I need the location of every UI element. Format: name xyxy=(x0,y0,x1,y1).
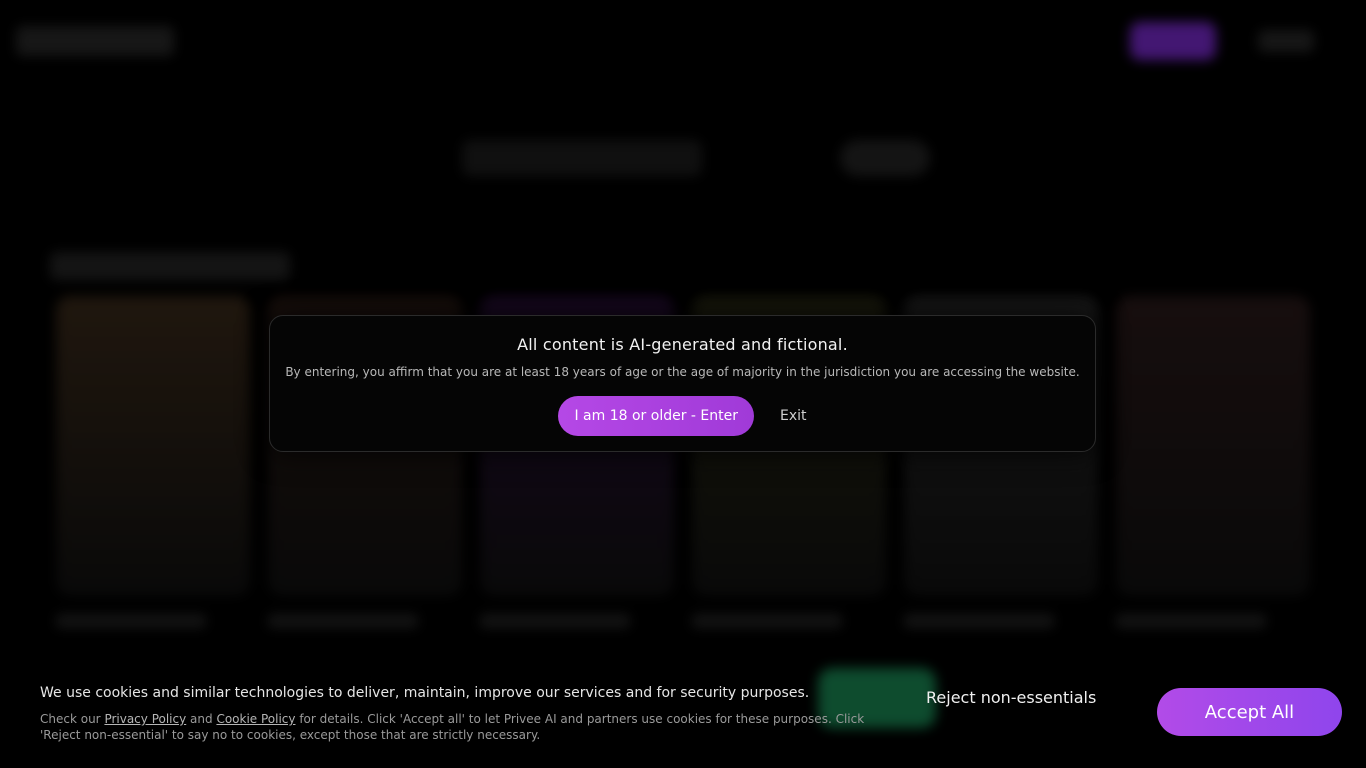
background-card-caption xyxy=(692,614,842,628)
background-logo xyxy=(16,26,174,56)
background-card-caption xyxy=(480,614,630,628)
background-card-caption xyxy=(1116,614,1266,628)
background-card-caption xyxy=(56,614,206,628)
background-card-caption xyxy=(904,614,1054,628)
background-hero-icon xyxy=(840,140,930,176)
accept-all-button[interactable]: Accept All xyxy=(1157,688,1342,736)
cookie-banner: We use cookies and similar technologies … xyxy=(0,668,1366,768)
age-gate-exit-button[interactable]: Exit xyxy=(780,408,807,424)
cookie-detail-prefix: Check our xyxy=(40,712,105,726)
background-card xyxy=(1116,296,1310,628)
background-login-button xyxy=(1258,30,1314,52)
background-card-caption xyxy=(268,614,418,628)
background-hero-title xyxy=(462,140,702,176)
age-gate-description: By entering, you affirm that you are at … xyxy=(285,365,1080,379)
age-gate-modal: All content is AI-generated and fictiona… xyxy=(269,315,1096,452)
cookie-banner-detail-text: Check our Privacy Policy and Cookie Poli… xyxy=(40,711,880,743)
cookie-banner-main-text: We use cookies and similar technologies … xyxy=(40,685,810,701)
age-gate-actions: I am 18 or older - Enter Exit xyxy=(558,396,807,436)
background-card xyxy=(56,296,250,628)
background-signup-button xyxy=(1130,22,1216,60)
age-gate-title: All content is AI-generated and fictiona… xyxy=(517,335,848,354)
reject-non-essentials-button[interactable]: Reject non-essentials xyxy=(926,688,1096,707)
cookie-policy-link[interactable]: Cookie Policy xyxy=(216,712,295,726)
background-section-title xyxy=(50,252,290,280)
age-gate-enter-button[interactable]: I am 18 or older - Enter xyxy=(558,396,754,436)
background-card-image xyxy=(56,296,250,596)
background-header xyxy=(0,0,1366,84)
background-card-image xyxy=(1116,296,1310,596)
cookie-detail-and: and xyxy=(186,712,217,726)
privacy-policy-link[interactable]: Privacy Policy xyxy=(104,712,186,726)
